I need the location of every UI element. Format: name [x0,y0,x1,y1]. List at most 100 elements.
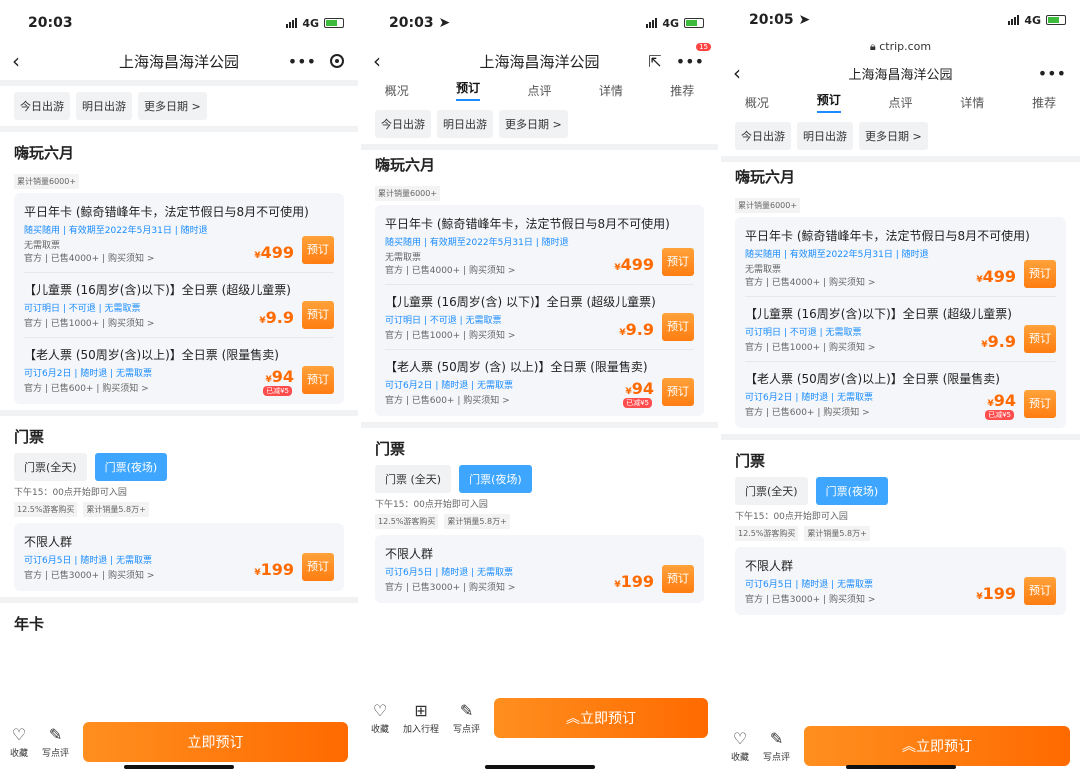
tab-booking[interactable]: 预订 [456,79,481,101]
buyer-chip: 12.5%游客购买 [375,514,439,529]
tab-booking[interactable]: 预订 [816,91,841,113]
divider [721,434,1080,440]
product-item[interactable]: 【老人票 (50周岁(含)以上)】全日票 (限量售卖) 可订6月2日 | 随时退… [24,338,334,402]
today-button[interactable]: 今日出游 [735,122,791,150]
more-icon[interactable]: ••• [288,52,316,71]
ticket-name: 不限人群 [24,535,73,549]
tomorrow-button[interactable]: 明日出游 [76,92,132,120]
book-button[interactable]: 预订 [302,553,334,581]
tab-recommend[interactable]: 推荐 [670,82,694,99]
phone-screen-3: 20:05 ➤ 4G 🔒︎ ctrip.com ‹ 上海海昌海洋公园 ••• 概… [721,0,1080,775]
review-button[interactable]: ✎ 写点评 [763,729,790,763]
signal-icon [1008,15,1020,25]
book-now-button[interactable]: 立即预订 [83,722,348,762]
promo-title: 嗨玩六月 [14,144,75,162]
book-button[interactable]: 预订 [1024,260,1056,288]
close-miniapp-icon[interactable] [330,54,344,68]
review-button[interactable]: ✎ 写点评 [42,725,69,759]
book-button[interactable]: 预订 [662,565,694,593]
product-item[interactable]: 平日年卡 (鲸奇错峰年卡，法定节假日与8月不可使用) 随买随用 | 有效期至20… [745,219,1056,297]
product-price: ¥499 [254,243,294,262]
add-trip-button[interactable]: ⊞ 加入行程 [403,701,439,735]
product-item[interactable]: 平日年卡 (鲸奇错峰年卡，法定节假日与8月不可使用) 随买随用 | 有效期至20… [385,207,694,285]
tab-details[interactable]: 详情 [960,94,984,111]
book-button[interactable]: 预订 [302,366,334,394]
more-icon[interactable]: ••• [1038,64,1066,83]
divider [0,410,358,416]
annual-card-title: 年卡 [14,615,45,633]
book-button[interactable]: 预订 [1024,325,1056,353]
tab-night[interactable]: 门票(夜场) [94,453,168,481]
url-bar[interactable]: 🔒︎ ctrip.com [721,40,1080,54]
favorite-button[interactable]: ♡ 收藏 [731,729,749,763]
book-button[interactable]: 预订 [662,313,694,341]
tab-all-day[interactable]: 门票(全天) [735,477,808,505]
book-button[interactable]: 预订 [662,378,694,406]
product-item[interactable]: 【儿童票 (16周岁(含)以下)】全日票 (超级儿童票) 可订明日 | 不可退 … [745,297,1056,362]
location-icon: ➤ [798,12,811,28]
book-now-button[interactable]: ︽ 立即预订 [804,726,1070,766]
tab-reviews[interactable]: 点评 [888,94,912,111]
book-button[interactable]: 预订 [1024,390,1056,418]
product-tags: 随买随用 | 有效期至2022年5月31日 | 随时退 [24,226,208,236]
divider [721,156,1080,162]
product-item[interactable]: 平日年卡 (鲸奇错峰年卡，法定节假日与8月不可使用) 随买随用 | 有效期至20… [24,195,334,273]
more-dates-button[interactable]: 更多日期 > [138,92,207,120]
product-price: ¥94 [265,367,294,386]
book-now-button[interactable]: ︽ 立即预订 [494,698,708,738]
more-dates-button[interactable]: 更多日期 > [499,110,568,138]
ticket-item[interactable]: 不限人群 可订6月5日 | 随时退 | 无需取票 官方 | 已售3000+ | … [745,549,1056,613]
tab-overview[interactable]: 概况 [385,82,409,99]
today-button[interactable]: 今日出游 [14,92,70,120]
tab-all-day[interactable]: 门票(全天) [14,453,87,481]
book-button[interactable]: 预订 [302,301,334,329]
buyer-chip: 12.5%游客购买 [14,502,78,517]
tab-night[interactable]: 门票(夜场) [459,465,532,493]
product-item[interactable]: 【老人票 (50周岁 (含) 以上)】全日票 (限量售卖) 可订6月2日 | 随… [385,350,694,414]
back-icon[interactable]: ‹ [733,61,741,85]
product-item[interactable]: 【老人票 (50周岁(含)以上)】全日票 (限量售卖) 可订6月2日 | 随时退… [745,362,1056,426]
review-button[interactable]: ✎ 写点评 [453,701,480,735]
share-icon[interactable]: ⇱ [648,52,661,71]
nav-bar: ‹ 上海海昌海洋公园 ⇱ ••• 15 [361,42,718,76]
tab-recommend[interactable]: 推荐 [1032,94,1056,111]
tomorrow-button[interactable]: 明日出游 [797,122,853,150]
tab-details[interactable]: 详情 [599,82,623,99]
ticket-name: 不限人群 [385,547,434,561]
product-item[interactable]: 【儿童票 (16周岁(含) 以下)】全日票 (超级儿童票) 可订明日 | 不可退… [385,285,694,350]
tab-all-day[interactable]: 门票 (全天) [375,465,452,493]
nav-bar: ‹ 上海海昌海洋公园 ••• [0,46,358,76]
tab-overview[interactable]: 概况 [745,94,769,111]
book-button[interactable]: 预订 [662,248,694,276]
phone-screen-2: 20:03 ➤ 4G ‹ 上海海昌海洋公园 ⇱ ••• 15 概况 预订 点评 详情… [361,0,718,775]
favorite-button[interactable]: ♡ 收藏 [371,701,389,735]
book-button[interactable]: 预订 [1024,577,1056,605]
back-icon[interactable]: ‹ [12,49,20,73]
more-dates-button[interactable]: 更多日期 > [859,122,928,150]
back-icon[interactable]: ‹ [373,49,381,73]
bottom-bar: ♡ 收藏 ✎ 写点评 立即预订 [0,716,358,768]
ticket-note: 下午15：00点开始即可入园 [735,512,848,522]
product-price: ¥9.9 [619,320,654,339]
tab-reviews[interactable]: 点评 [527,82,551,99]
notification-badge: 15 [696,42,711,51]
status-time: 20:03 ➤ [389,15,451,31]
promo-sales: 累计销量6000+ [375,186,441,201]
ticket-item[interactable]: 不限人群 可订6月5日 | 随时退 | 无需取票 官方 | 已售3000+ | … [24,525,334,589]
favorite-button[interactable]: ♡ 收藏 [10,725,28,759]
double-up-icon: ︽ [902,739,917,755]
location-icon: ➤ [438,15,451,31]
buyer-chip: 12.5%游客购买 [735,526,799,541]
product-item[interactable]: 【儿童票 (16周岁(含)以下)】全日票 (超级儿童票) 可订明日 | 不可退 … [24,273,334,338]
tomorrow-button[interactable]: 明日出游 [437,110,493,138]
pen-icon: ✎ [459,701,474,720]
heart-icon: ♡ [732,729,748,748]
book-button[interactable]: 预订 [302,236,334,264]
today-button[interactable]: 今日出游 [375,110,431,138]
pen-icon: ✎ [48,725,63,744]
more-icon[interactable]: ••• 15 [676,42,711,71]
ticket-item[interactable]: 不限人群 可订6月5日 | 随时退 | 无需取票 官方 | 已售3000+ | … [385,537,694,601]
bottom-bar: ♡ 收藏 ⊞ 加入行程 ✎ 写点评 ︽ 立即预订 [361,692,718,744]
tab-night[interactable]: 门票(夜场) [815,477,889,505]
product-name: 平日年卡 (鲸奇错峰年卡，法定节假日与8月不可使用) [24,205,309,219]
